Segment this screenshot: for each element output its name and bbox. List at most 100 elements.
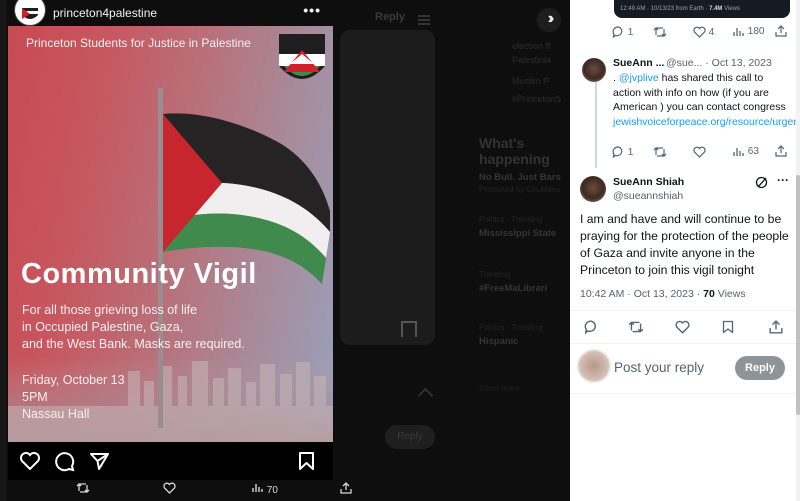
reply-author-avatar[interactable] [582,58,606,82]
views-icon [733,28,744,36]
reply-author-name[interactable]: SueAnn ... [613,57,664,69]
reply-icon[interactable] [584,320,599,335]
instagram-post-header: princeton4palestine ••• [8,0,333,26]
thread-connector-line [595,82,597,168]
retweet-icon[interactable] [628,320,644,334]
share-icon[interactable] [775,145,787,157]
x-thread-panel: 12:49 AM · 10/13/23 from Earth · 7.4M Vi… [570,0,800,501]
views-icon [733,148,744,156]
instagram-avatar[interactable] [14,0,46,26]
views-stat[interactable]: 63 [733,146,759,157]
trend-sub: Trending [479,270,511,279]
like-count: 4 [708,27,715,38]
backdrop-menu-icon [418,15,430,17]
backdrop-share-icon [417,387,434,404]
reply-icon [612,26,623,39]
grok-icon[interactable] [755,176,768,189]
event-date: Friday, October 13 [22,373,125,387]
views-stat[interactable]: 180 [733,26,764,37]
next-chevron-button[interactable]: ›› [537,8,561,32]
like-icon[interactable] [163,482,176,497]
retweet-icon[interactable] [653,146,667,158]
like-icon[interactable] [693,146,706,158]
vigil-description: For all those grieving loss of life in O… [22,302,282,353]
resource-link[interactable]: jewishvoiceforpeace.org/resource/urgen..… [613,116,800,128]
views-stat[interactable]: 70 [252,482,278,496]
reply-button[interactable]: Reply [735,356,785,380]
views-count: 63 [747,146,759,157]
main-tweet-meta: 10:42 AM · Oct 13, 2023 · 70 Views [580,288,746,300]
like-icon[interactable] [675,320,690,334]
current-user-avatar [578,350,610,382]
divider [570,343,800,344]
heart-icon[interactable] [19,451,41,476]
share-icon[interactable] [89,451,110,476]
bookmark-icon[interactable] [298,451,315,476]
reply-input[interactable]: Post your reply [614,360,704,375]
tweet-timestamp[interactable]: 10:42 AM · Oct 13, 2023 · [580,288,700,300]
more-options-icon[interactable]: ··· [777,173,789,187]
share-icon[interactable] [775,25,787,37]
event-time: 5PM [22,390,48,404]
trend-title: #FreeMaLibrari [479,283,548,294]
main-author-handle[interactable]: @sueannshiah [613,190,683,202]
trend-sub: Politics · Trending [479,215,543,224]
backdrop-side-text: Palestinia [512,55,552,65]
instagram-action-bar [8,442,333,480]
divider [570,310,800,311]
instagram-handle[interactable]: princeton4palestine [53,6,157,20]
organization-name: Princeton Students for Justice in Palest… [26,36,251,50]
share-icon[interactable] [769,320,783,334]
reply-icon [612,146,623,159]
backdrop-reply-button: Reply [385,425,435,449]
views-count: 70 [266,485,278,496]
embed-caption-prefix: 12:49 AM · 10/13/23 from Earth · [620,6,708,12]
reply-stat[interactable]: 1 [612,26,634,39]
tweet-views-label: Views [717,288,746,300]
retweet-icon[interactable] [653,26,667,38]
main-author-name[interactable]: SueAnn Shiah [613,176,684,188]
like-stat[interactable]: 4 [693,26,714,38]
reply-count: 1 [627,27,634,38]
backdrop-action-bar: 70 [0,480,570,501]
trend-sub: Promoted by Chubbies [479,185,561,194]
backdrop-side-text: Muslim P [512,76,550,86]
views-count: 180 [747,26,765,37]
backdrop-media-card [340,30,435,345]
reply-tweet-text: . @jvplive has shared this call to actio… [613,71,800,129]
trend-title: Hispanic [479,336,519,347]
vigil-poster-image: Princeton Students for Justice in Palest… [8,26,333,442]
vigil-title: Community Vigil [21,258,257,290]
retweet-icon[interactable] [76,482,90,497]
reply-handle-date[interactable]: @sue... · Oct 13, 2023 [666,57,772,69]
bookmark-icon[interactable] [722,320,734,334]
trend-sub: Politics · Trending [479,323,543,332]
like-icon [693,26,706,38]
trend-title: No Bull. Just Bars [479,172,561,183]
vigil-event-details: Friday, October 13 5PM Nassau Hall [22,372,125,423]
description-line: in Occupied Palestine, Gaza, [22,320,184,334]
share-icon[interactable] [340,482,352,497]
backdrop-reply-label: Reply [375,11,405,23]
mention-link[interactable]: @jvplive [619,72,659,84]
reply-count: 1 [627,147,634,158]
backdrop-side-text: election ff [512,41,551,51]
divider [570,393,800,394]
views-icon [252,484,263,492]
main-author-avatar[interactable] [580,176,606,202]
scrollbar-thumb[interactable] [796,175,800,415]
backdrop-bookmark-icon [401,321,417,337]
main-tweet-text: I am and have and will continue to be pr… [580,212,789,277]
show-more-link: Show more [479,384,520,393]
embed-caption-suffix: Views [724,6,740,12]
reply-stat[interactable]: 1 [612,146,634,159]
description-line: and the West Bank. Masks are required. [22,337,245,351]
event-location: Nassau Hall [22,407,90,421]
more-options-icon[interactable]: ••• [303,2,321,18]
description-line: For all those grieving loss of life [22,303,198,317]
tweet-views-count: 70 [703,288,715,300]
embed-views: 7.4M [709,6,723,12]
comment-icon[interactable] [54,451,75,477]
whats-happening-heading: What's happening [479,135,550,167]
trend-title: Mississippi State [479,228,557,239]
